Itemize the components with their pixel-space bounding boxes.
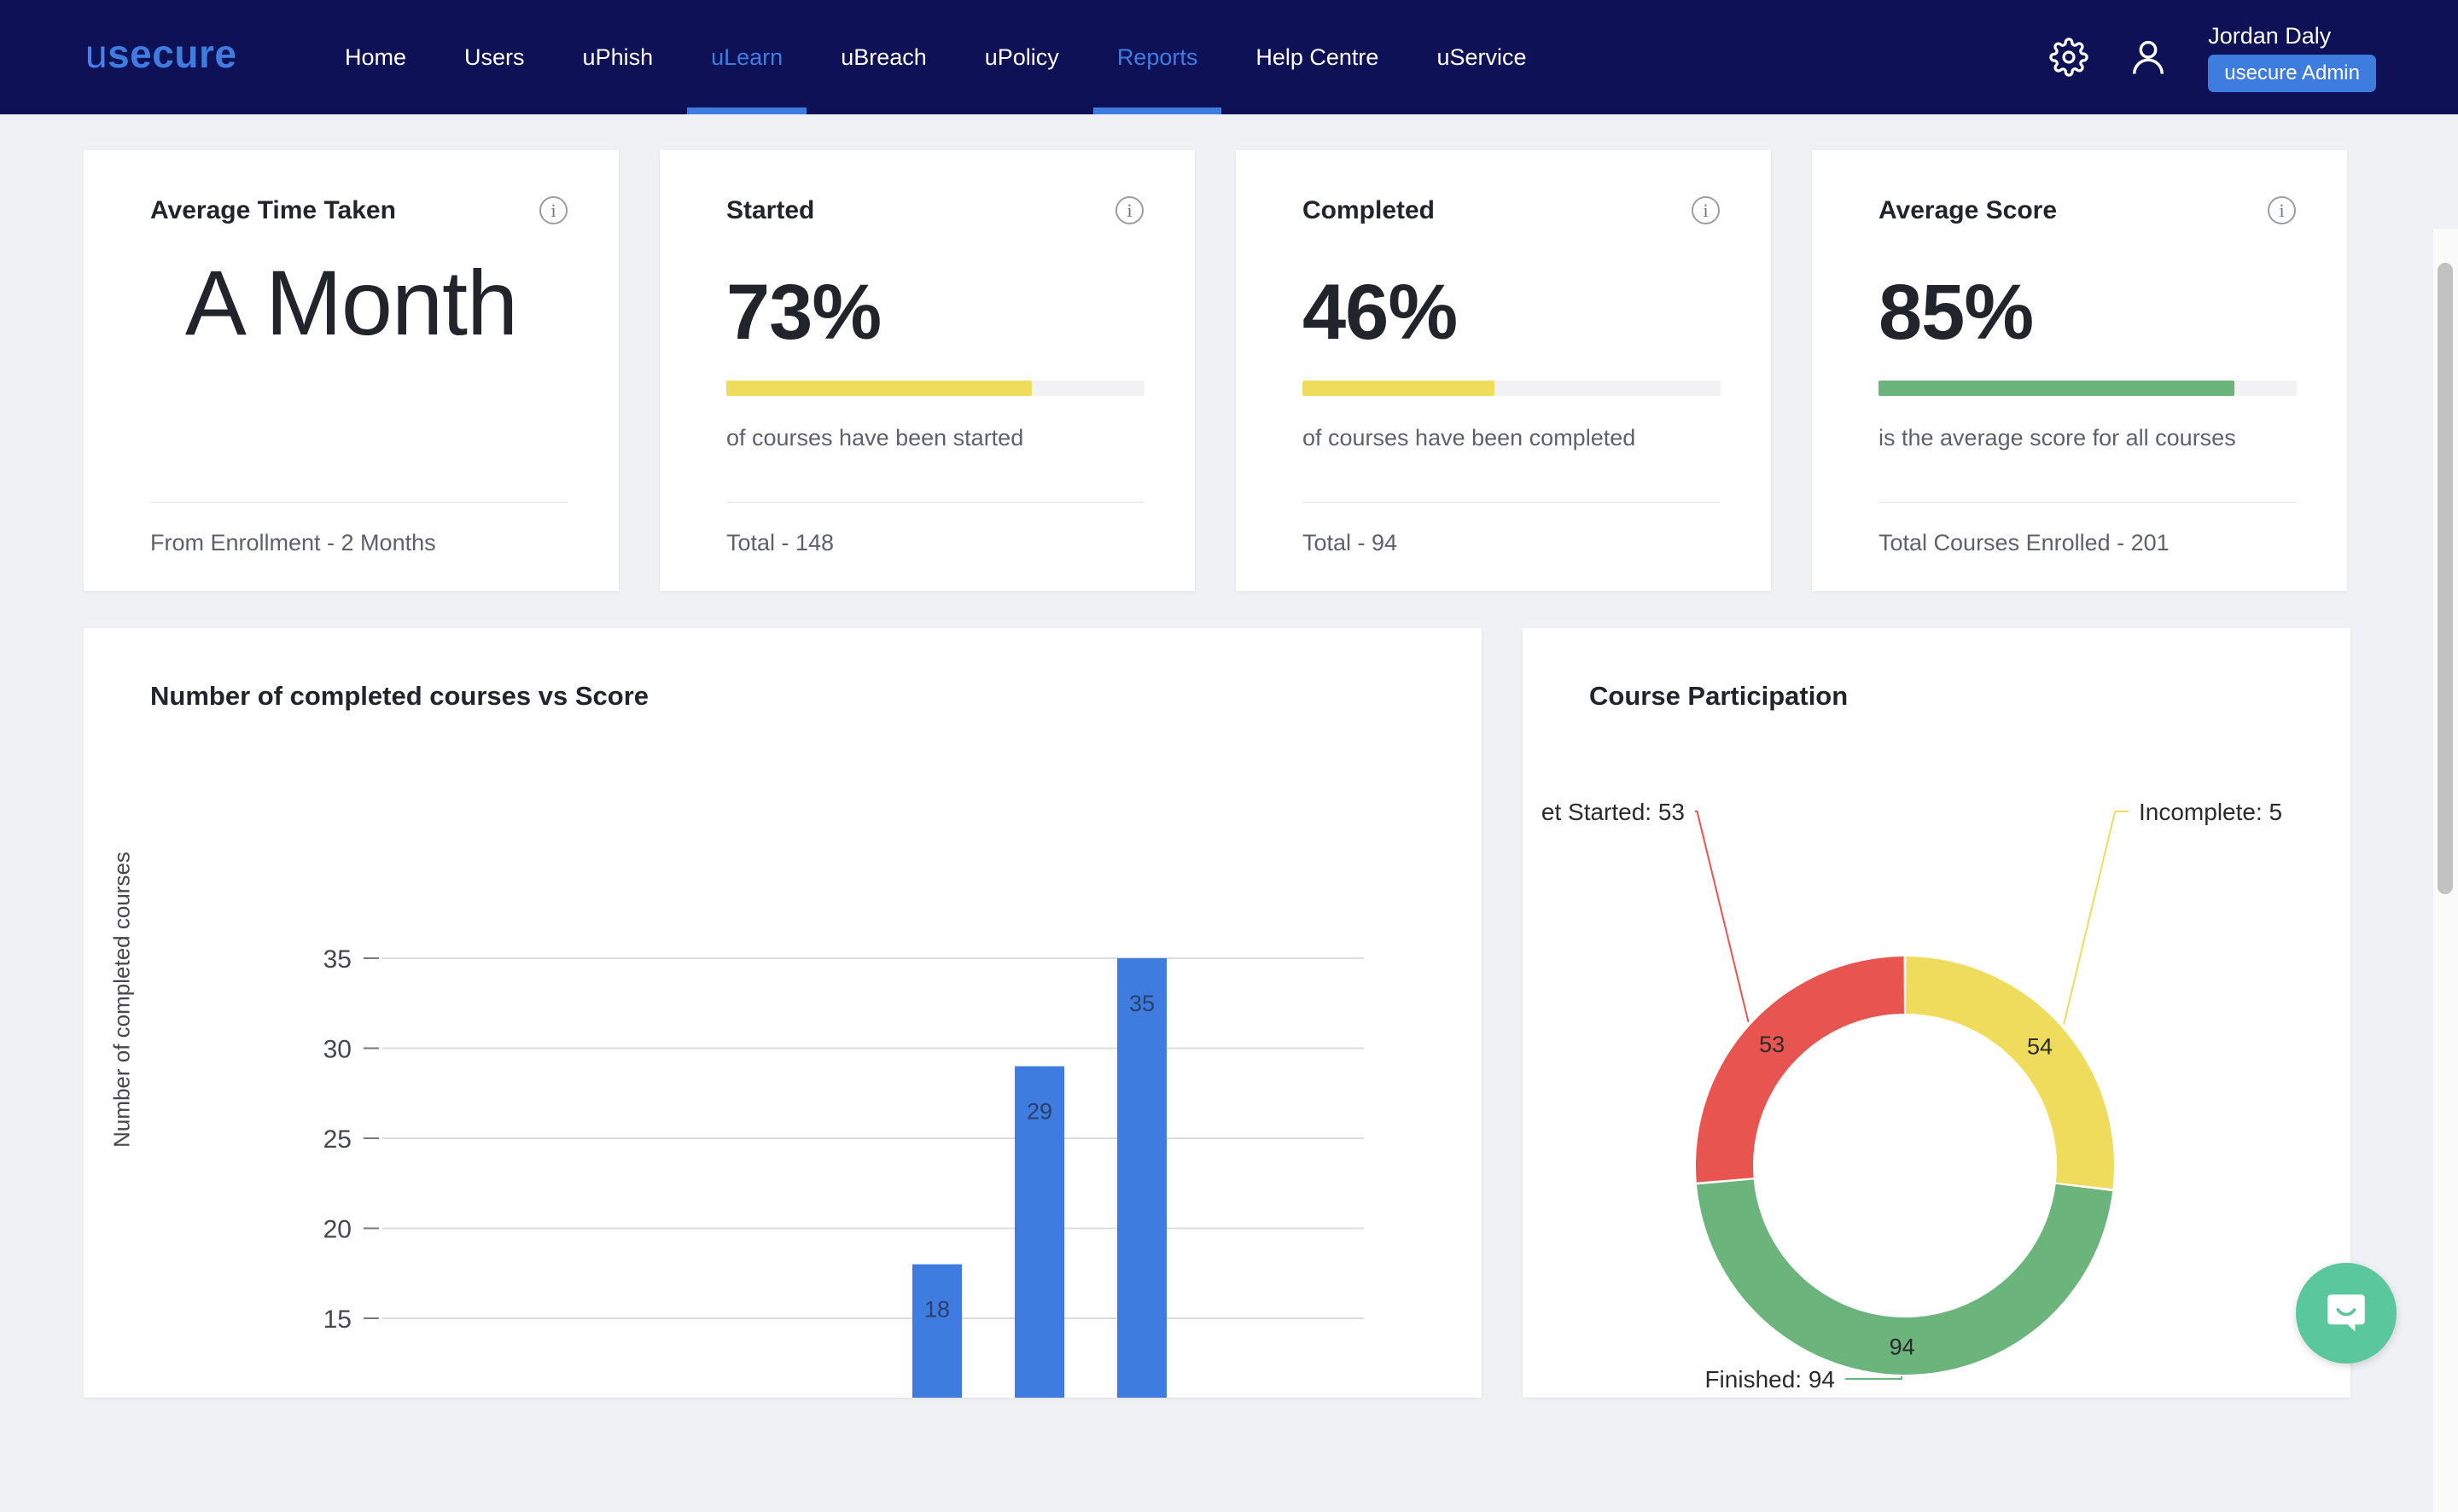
y-axis-tick-label: 20 (323, 1216, 352, 1244)
nav-link-label: uPhish (583, 44, 654, 71)
page-scrollbar-thumb[interactable] (2438, 263, 2453, 894)
donut-callout-label: Incomplete: 5 (2139, 799, 2282, 825)
stat-card-subtitle: is the average score for all courses (1878, 425, 2236, 451)
bar-value-label: 35 (1129, 991, 1155, 1016)
stat-card-subtitle: of courses have been started (726, 425, 1023, 451)
stat-card-header: Completed i (1302, 196, 1720, 225)
user-account-block[interactable]: Jordan Daly usecure Admin (2208, 23, 2376, 92)
stat-card-title: Completed (1302, 196, 1435, 225)
nav-link-label: Users (464, 44, 525, 71)
stat-card-divider (1878, 502, 2297, 503)
stat-card-average-score: Average Score i 85% is the average score fo… (1812, 150, 2347, 591)
info-icon[interactable]: i (1692, 196, 1720, 224)
donut-chart-plot[interactable]: 54 94 53 et Started: 53 Incomplete: 5 Finishe… (1523, 628, 2350, 1398)
stat-card-value: 46% (1302, 270, 1457, 356)
nav-link-label: uLearn (711, 44, 783, 71)
stat-card-completed: Completed i 46% of courses have been comple… (1236, 150, 1771, 591)
user-name: Jordan Daly (2208, 23, 2331, 49)
progress-bar-fill (1302, 381, 1494, 396)
nav-link-ubreach[interactable]: uBreach (812, 0, 956, 114)
stat-card-value: 85% (1878, 270, 2033, 356)
stat-card-footer: Total Courses Enrolled - 201 (1878, 530, 2170, 556)
stat-card-divider (1302, 502, 1721, 503)
course-participation-panel: Course Participation 549453et Started: 5… (1523, 628, 2350, 1398)
nav-link-label: uService (1436, 44, 1526, 71)
nav-link-upolicy[interactable]: uPolicy (956, 0, 1088, 114)
progress-bar-fill (726, 381, 1032, 396)
bar-value-label: 18 (924, 1297, 950, 1323)
y-axis-tick-label: 35 (323, 945, 352, 974)
stat-card-header: Started i (726, 196, 1144, 225)
usecure-logo[interactable]: usecure (85, 31, 236, 77)
progress-bar-track (1878, 381, 2297, 396)
donut-callout-line (2064, 811, 2129, 1025)
user-icon[interactable] (2126, 35, 2170, 79)
nav-link-label: Reports (1117, 44, 1198, 71)
logo-prefix: u (85, 32, 108, 76)
y-axis-tick-label: 15 (323, 1306, 352, 1334)
nav-link-help-centre[interactable]: Help Centre (1226, 0, 1407, 114)
nav-link-label: uPolicy (985, 44, 1059, 71)
gear-icon[interactable] (2049, 38, 2088, 77)
stat-card-average-time-taken: Average Time Taken i A Month From Enrollmen… (84, 150, 619, 591)
primary-navigation: Home Users uPhish uLearn uBreach uPolicy Repor… (316, 0, 1555, 114)
completed-courses-vs-score-panel: Number of completed courses vs Score 510… (84, 628, 1482, 1398)
info-icon[interactable]: i (1115, 196, 1144, 224)
nav-link-label: uBreach (841, 44, 927, 71)
nav-link-uservice[interactable]: uService (1407, 0, 1555, 114)
donut-callout-line (1695, 811, 1749, 1022)
donut-callout-label: et Started: 53 (1541, 799, 1685, 825)
page-content: Average Time Taken i A Month From Enrollmen… (0, 114, 2458, 1398)
stat-card-divider (726, 502, 1145, 503)
donut-slice[interactable] (1696, 957, 1904, 1183)
donut-slice-value: 53 (1759, 1032, 1785, 1057)
stat-card-value: A Month (84, 253, 619, 354)
y-axis-tick-label: 25 (323, 1125, 352, 1154)
info-icon[interactable]: i (539, 196, 568, 224)
logo-suffix: secure (108, 32, 236, 76)
nav-link-users[interactable]: Users (435, 0, 554, 114)
progress-bar-fill (1878, 381, 2234, 396)
nav-link-label: Help Centre (1255, 44, 1378, 71)
stat-card-started: Started i 73% of courses have been started T… (660, 150, 1195, 591)
chat-icon[interactable] (2296, 1263, 2397, 1364)
top-navbar: usecure Home Users uPhish uLearn uBreach uPol… (0, 0, 2458, 114)
bar-value-label: 29 (1027, 1099, 1052, 1125)
nav-link-home[interactable]: Home (316, 0, 435, 114)
progress-bar-track (726, 381, 1145, 396)
stat-card-title: Average Time Taken (150, 196, 396, 225)
donut-slice-value: 54 (2027, 1033, 2053, 1059)
stat-card-title: Average Score (1878, 196, 2057, 225)
nav-link-ulearn[interactable]: uLearn (682, 0, 812, 114)
user-role-badge[interactable]: usecure Admin (2208, 55, 2376, 92)
bar[interactable] (912, 1265, 962, 1398)
nav-link-label: Home (345, 44, 406, 71)
donut-callout-label: Finished: 94 (1704, 1366, 1835, 1393)
bar[interactable] (1117, 958, 1167, 1398)
donut-slice-value: 94 (1890, 1334, 1915, 1359)
chart-panels: Number of completed courses vs Score 510… (84, 628, 2350, 1398)
summary-stat-cards: Average Time Taken i A Month From Enrollmen… (84, 150, 2350, 591)
page-scrollbar-track[interactable] (2432, 229, 2458, 1512)
stat-card-divider (150, 502, 568, 503)
stat-card-header: Average Time Taken i (150, 196, 568, 225)
info-icon[interactable]: i (2268, 196, 2296, 224)
stat-card-footer: Total - 148 (726, 530, 834, 556)
stat-card-subtitle: of courses have been completed (1302, 425, 1635, 451)
stat-card-footer: From Enrollment - 2 Months (150, 530, 436, 556)
stat-card-header: Average Score i (1878, 196, 2296, 225)
donut-slice[interactable] (1906, 957, 2114, 1189)
bar-chart-y-axis-label: Number of completed courses (109, 778, 136, 1222)
progress-bar-track (1302, 381, 1721, 396)
navbar-right-cluster: Jordan Daly usecure Admin (2049, 0, 2376, 114)
stat-card-title: Started (726, 196, 814, 225)
stat-card-value: 73% (726, 270, 881, 356)
stat-card-footer: Total - 94 (1302, 530, 1397, 556)
nav-link-reports[interactable]: Reports (1088, 0, 1227, 114)
y-axis-tick-label: 30 (323, 1036, 352, 1064)
nav-link-uphish[interactable]: uPhish (554, 0, 683, 114)
donut-callout-line (1845, 1376, 1902, 1379)
bar-chart-plot[interactable]: 51015202530357182935 (84, 628, 1482, 1398)
